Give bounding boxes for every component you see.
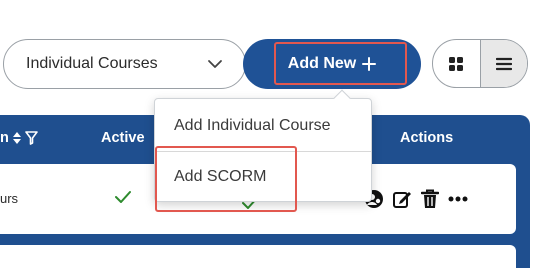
more-icon [448, 196, 468, 202]
delete-button[interactable] [420, 189, 440, 209]
column-header-actions: Actions [400, 130, 454, 146]
filter-icon[interactable] [25, 131, 38, 145]
course-management-screen: Individual Courses Add New n Active Acti… [0, 0, 541, 268]
add-new-label: Add New [287, 55, 357, 72]
table-row [0, 245, 516, 268]
delete-icon [421, 189, 439, 208]
column-header-partial: n [0, 130, 9, 146]
add-new-button[interactable]: Add New [243, 39, 421, 89]
course-type-select[interactable]: Individual Courses [3, 39, 246, 89]
grid-view-button[interactable] [433, 40, 480, 87]
menu-item-add-scorm[interactable]: Add SCORM [155, 151, 371, 201]
view-toggle [432, 39, 528, 88]
add-new-content: Add New [287, 55, 377, 73]
more-options-button[interactable] [448, 189, 468, 209]
list-view-icon [495, 57, 512, 70]
add-new-dropdown-menu: Add Individual Course Add SCORM [154, 98, 372, 202]
active-check-icon [115, 191, 131, 203]
course-type-select-value: Individual Courses [26, 55, 158, 72]
sort-icon[interactable] [12, 131, 22, 145]
grid-view-icon [449, 56, 464, 71]
column-header-active: Active [101, 130, 145, 146]
edit-button[interactable] [392, 189, 412, 209]
course-name-cell: urs [0, 191, 19, 206]
list-view-button[interactable] [479, 40, 527, 87]
column-header-controls [12, 131, 38, 145]
menu-item-add-individual-course[interactable]: Add Individual Course [155, 101, 371, 151]
row-actions [364, 189, 468, 209]
chevron-down-icon [208, 60, 222, 68]
edit-icon [393, 192, 411, 208]
plus-icon [362, 57, 377, 71]
